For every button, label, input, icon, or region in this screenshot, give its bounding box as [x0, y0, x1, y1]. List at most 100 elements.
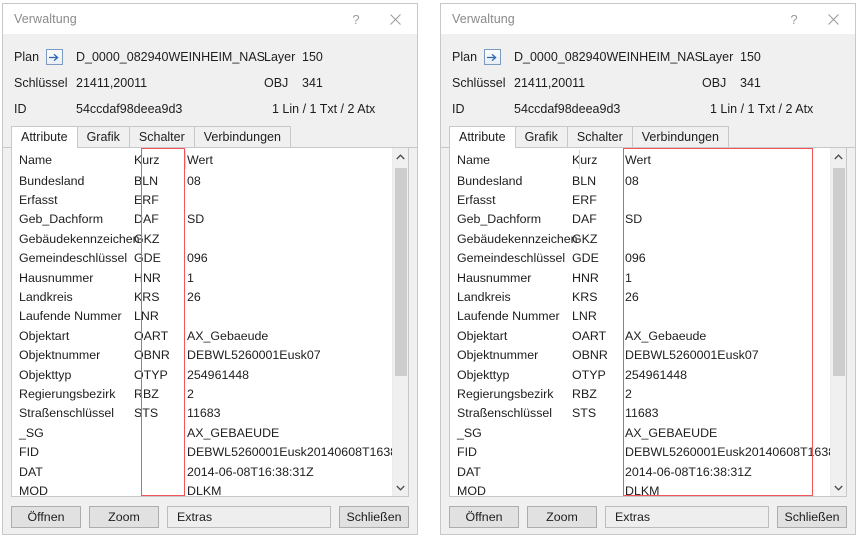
- table-row[interactable]: StraßenschlüsselSTS11683: [12, 404, 392, 423]
- titlebar[interactable]: Verwaltung ?: [3, 4, 417, 34]
- extras-field[interactable]: Extras: [605, 506, 769, 528]
- chevron-up-icon[interactable]: [831, 148, 846, 165]
- cell-name: Laufende Nummer: [450, 309, 572, 323]
- cell-name: Hausnummer: [12, 271, 134, 285]
- open-button[interactable]: Öffnen: [449, 506, 519, 528]
- table-row[interactable]: MODDLKM: [12, 481, 392, 496]
- table-row[interactable]: MODDLKM: [450, 481, 830, 496]
- tab-grafik[interactable]: Grafik: [515, 126, 568, 147]
- cell-kurz: STS: [134, 406, 178, 420]
- attribute-grid-panel: Name Kurz Wert BundeslandBLN08ErfasstERF…: [449, 148, 847, 497]
- zoom-button[interactable]: Zoom: [527, 506, 597, 528]
- plan-label: Plan: [14, 50, 76, 64]
- grid-body-left: BundeslandBLN08ErfasstERFGeb_DachformDAF…: [12, 171, 392, 496]
- tab-schalter[interactable]: Schalter: [567, 126, 633, 147]
- cell-name: Landkreis: [450, 290, 572, 304]
- arrow-right-icon[interactable]: [484, 49, 501, 65]
- table-row[interactable]: DAT2014-06-08T16:38:31Z: [12, 462, 392, 481]
- chevron-up-icon[interactable]: [393, 148, 408, 165]
- table-row[interactable]: Laufende NummerLNR: [12, 307, 392, 326]
- cell-kurz: ERF: [572, 193, 616, 207]
- cell-wert: 2014-06-08T16:38:31Z: [178, 465, 392, 479]
- cell-wert: SD: [616, 212, 830, 226]
- cell-kurz: HNR: [572, 271, 616, 285]
- table-row[interactable]: HausnummerHNR1: [450, 268, 830, 287]
- chevron-down-icon[interactable]: [831, 479, 846, 496]
- layer-value: 150: [740, 50, 761, 64]
- table-row[interactable]: ObjektartOARTAX_Gebaeude: [12, 326, 392, 345]
- table-row[interactable]: _SGAX_GEBAEUDE: [12, 423, 392, 442]
- tab-schalter[interactable]: Schalter: [129, 126, 195, 147]
- tab-verbindungen[interactable]: Verbindungen: [632, 126, 729, 147]
- chevron-down-icon[interactable]: [393, 479, 408, 496]
- table-row[interactable]: BundeslandBLN08: [12, 171, 392, 190]
- table-row[interactable]: Laufende NummerLNR: [450, 307, 830, 326]
- close-icon[interactable]: [373, 5, 417, 33]
- table-row[interactable]: GemeindeschlüsselGDE096: [450, 249, 830, 268]
- table-row[interactable]: ObjektnummerOBNRDEBWL5260001Eusk07: [450, 346, 830, 365]
- table-row[interactable]: ErfasstERF: [12, 190, 392, 209]
- table-row[interactable]: GemeindeschlüsselGDE096: [12, 249, 392, 268]
- column-header-name: Name: [12, 153, 134, 167]
- scrollbar-thumb[interactable]: [833, 168, 845, 376]
- cell-wert: DEBWL5260001Eusk07: [616, 348, 830, 362]
- tab-attribute[interactable]: Attribute: [11, 126, 78, 148]
- close-button[interactable]: Schließen: [777, 506, 847, 528]
- obj-value: 341: [740, 76, 761, 90]
- id-row: ID 54ccdaf98deea9d3 1 Lin / 1 Txt / 2 At…: [441, 96, 855, 122]
- obj-value: 341: [302, 76, 323, 90]
- zoom-button[interactable]: Zoom: [89, 506, 159, 528]
- close-button[interactable]: Schließen: [339, 506, 409, 528]
- id-label: ID: [452, 102, 514, 116]
- table-row[interactable]: LandkreisKRS26: [450, 287, 830, 306]
- table-row[interactable]: LandkreisKRS26: [12, 287, 392, 306]
- table-row[interactable]: ObjekttypOTYP254961448: [450, 365, 830, 384]
- cell-name: Bundesland: [12, 174, 134, 188]
- table-row[interactable]: _SGAX_GEBAEUDE: [450, 423, 830, 442]
- cell-kurz: OBNR: [572, 348, 616, 362]
- help-icon[interactable]: ?: [777, 5, 811, 33]
- table-row[interactable]: DAT2014-06-08T16:38:31Z: [450, 462, 830, 481]
- cell-kurz: OART: [572, 329, 616, 343]
- scrollbar-thumb[interactable]: [395, 168, 407, 376]
- table-row[interactable]: FIDDEBWL5260001Eusk20140608T1638…: [450, 442, 830, 461]
- table-row[interactable]: GebäudekennzeichenGKZ: [12, 229, 392, 248]
- table-row[interactable]: RegierungsbezirkRBZ2: [450, 384, 830, 403]
- button-bar: Öffnen Zoom Extras Schließen: [3, 497, 417, 528]
- arrow-right-icon[interactable]: [46, 49, 63, 65]
- table-row[interactable]: FIDDEBWL5260001Eusk20140608T1638…: [12, 442, 392, 461]
- open-button[interactable]: Öffnen: [11, 506, 81, 528]
- tab-attribute[interactable]: Attribute: [449, 126, 516, 148]
- cell-kurz: OTYP: [572, 368, 616, 382]
- table-row[interactable]: StraßenschlüsselSTS11683: [450, 404, 830, 423]
- cell-wert: 2014-06-08T16:38:31Z: [616, 465, 830, 479]
- help-icon[interactable]: ?: [339, 5, 373, 33]
- vertical-scrollbar[interactable]: [830, 148, 846, 496]
- geometry-counts: 1 Lin / 1 Txt / 2 Atx: [702, 102, 813, 116]
- cell-name: Geb_Dachform: [12, 212, 134, 226]
- tab-verbindungen[interactable]: Verbindungen: [194, 126, 291, 147]
- table-row[interactable]: HausnummerHNR1: [12, 268, 392, 287]
- cell-kurz: LNR: [134, 309, 178, 323]
- table-row[interactable]: Geb_DachformDAFSD: [450, 210, 830, 229]
- extras-field[interactable]: Extras: [167, 506, 331, 528]
- close-icon[interactable]: [811, 5, 855, 33]
- header-info: Plan D_0000_082940WEINHEIM_NAS Layer 150…: [3, 34, 417, 126]
- titlebar[interactable]: Verwaltung ?: [441, 4, 855, 34]
- grid-body-right: BundeslandBLN08ErfasstERFGeb_DachformDAF…: [450, 171, 830, 496]
- table-row[interactable]: Geb_DachformDAFSD: [12, 210, 392, 229]
- table-row[interactable]: ObjektartOARTAX_Gebaeude: [450, 326, 830, 345]
- table-row[interactable]: ObjektnummerOBNRDEBWL5260001Eusk07: [12, 346, 392, 365]
- cell-kurz: RBZ: [134, 387, 178, 401]
- table-row[interactable]: RegierungsbezirkRBZ2: [12, 384, 392, 403]
- attribute-grid[interactable]: Name Kurz Wert BundeslandBLN08ErfasstERF…: [450, 148, 830, 496]
- attribute-grid[interactable]: Name Kurz Wert BundeslandBLN08ErfasstERF…: [12, 148, 392, 496]
- table-row[interactable]: ObjekttypOTYP254961448: [12, 365, 392, 384]
- table-row[interactable]: ErfasstERF: [450, 190, 830, 209]
- cell-kurz: OART: [134, 329, 178, 343]
- table-row[interactable]: BundeslandBLN08: [450, 171, 830, 190]
- id-label: ID: [14, 102, 76, 116]
- vertical-scrollbar[interactable]: [392, 148, 408, 496]
- tab-grafik[interactable]: Grafik: [77, 126, 130, 147]
- table-row[interactable]: GebäudekennzeichenGKZ: [450, 229, 830, 248]
